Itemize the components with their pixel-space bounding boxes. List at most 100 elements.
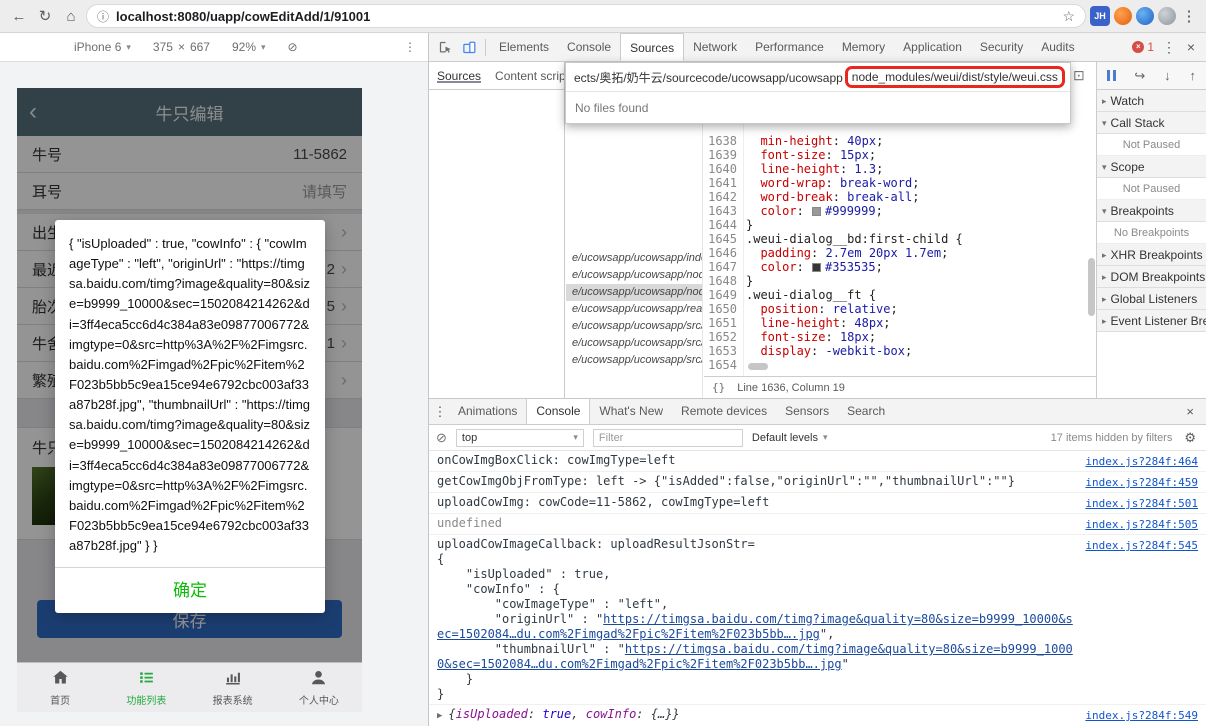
line-number[interactable]: 1647 [704,260,737,274]
step-into-icon[interactable]: ↓ [1164,68,1171,83]
console-settings-gear-icon[interactable]: ⚙ [1181,430,1199,446]
vertical-scrollbar[interactable] [1088,258,1095,316]
horizontal-scrollbar[interactable] [748,363,768,370]
line-number[interactable]: 1641 [704,176,737,190]
console-source-link[interactable]: index.js?284f:464 [1085,453,1198,469]
sidebar-section-call-stack[interactable]: ▾ Call Stack [1097,112,1206,134]
console-source-link[interactable]: index.js?284f:459 [1085,474,1198,490]
drawer-more-icon[interactable]: ⋮ [431,404,449,420]
sidebar-section-dom-breakpoints[interactable]: ▸ DOM Breakpoints [1097,266,1206,288]
devtools-tab-console[interactable]: Console [558,33,620,61]
address-bar[interactable]: ⓘ localhost:8080/uapp/cowEditAdd/1/91001… [86,4,1086,28]
line-number[interactable]: 1640 [704,162,737,176]
reload-icon[interactable]: ↻ [34,7,56,25]
sidebar-section-event-listener-breakpoints[interactable]: ▸Event Listener Breakpoints [1097,310,1206,332]
home-icon[interactable]: ⌂ [60,8,82,25]
line-number[interactable]: 1642 [704,190,737,204]
devtools-tab-audits[interactable]: Audits [1032,33,1083,61]
devtools-tab-sources[interactable]: Sources [620,33,685,61]
tab-home[interactable]: 首页 [17,663,103,712]
back-icon[interactable]: ← [8,8,30,25]
file-item[interactable]: e/ucowsapp/ucowsapp/src/components/butto… [566,335,702,352]
console-source-link[interactable]: index.js?284f:505 [1085,516,1198,532]
line-number[interactable]: 1646 [704,246,737,260]
console-filter-input[interactable] [592,428,743,447]
drawer-tab-animations[interactable]: Animations [449,399,526,424]
devtools-menu-icon[interactable]: ⋮ [1158,39,1180,56]
console-source-link[interactable]: index.js?284f:545 [1085,537,1198,553]
line-number[interactable]: 1643 [704,204,737,218]
devtools-close-icon[interactable]: × [1180,39,1202,55]
file-item[interactable]: e/ucowsapp/ucowsapp/src/components/base-… [566,318,702,335]
throttle-icon[interactable]: ⊘ [288,40,298,54]
color-swatch[interactable] [812,263,822,272]
file-item[interactable]: e/ucowsapp/ucowsapp/node_modules/react-w… [566,267,702,284]
line-number[interactable]: 1650 [704,302,737,316]
tab-list[interactable]: 功能列表 [103,663,189,712]
extension-orange-icon[interactable] [1114,7,1132,25]
device-toolbar-menu-icon[interactable]: ⋮ [404,40,416,54]
devtools-tab-security[interactable]: Security [971,33,1032,61]
device-mode-icon[interactable] [457,40,481,55]
drawer-tab-remote-devices[interactable]: Remote devices [672,399,776,424]
drawer-close-icon[interactable]: × [1176,404,1204,419]
sidebar-section-watch[interactable]: ▸ Watch [1097,90,1206,112]
device-select[interactable]: iPhone 6 ▾ [74,40,131,54]
extension-gray-icon[interactable] [1158,7,1176,25]
browser-menu-icon[interactable]: ⋮ [1180,7,1198,25]
expand-triangle-icon[interactable]: ▶ [437,711,442,721]
sidebar-section-xhr-breakpoints[interactable]: ▸ XHR Breakpoints [1097,244,1206,266]
navigator-tab-sources[interactable]: Sources [437,69,481,83]
tab-user[interactable]: 个人中心 [276,663,362,712]
line-number[interactable]: 1638 [704,134,737,148]
extension-blue-icon[interactable] [1136,7,1154,25]
sidebar-section-scope[interactable]: ▾ Scope [1097,156,1206,178]
file-item[interactable]: e/ucowsapp/ucowsapp/index.less [566,250,702,267]
pretty-print-icon[interactable]: {} [712,381,725,394]
line-number[interactable]: 1639 [704,148,737,162]
drawer-tab-what-s-new[interactable]: What's New [590,399,672,424]
device-height[interactable]: 667 [190,40,210,54]
drawer-tab-sensors[interactable]: Sensors [776,399,838,424]
error-badge[interactable]: × 1 [1132,40,1158,54]
clear-console-icon[interactable]: ⊘ [436,430,447,446]
device-width[interactable]: 375 [153,40,173,54]
devtools-tab-elements[interactable]: Elements [490,33,558,61]
drawer-tab-search[interactable]: Search [838,399,894,424]
line-number[interactable]: 1649 [704,288,737,302]
zoom-select[interactable]: 92% ▾ [232,40,266,54]
line-number[interactable]: 1653 [704,344,737,358]
line-number[interactable]: 1652 [704,330,737,344]
devtools-tab-network[interactable]: Network [684,33,746,61]
execution-context-select[interactable]: top ▾ [455,428,584,447]
navigator-tab-content-scripts[interactable]: Content scripts [495,69,564,83]
step-over-icon[interactable]: ↪ [1134,68,1145,84]
sidebar-section-global-listeners[interactable]: ▸ Global Listeners [1097,288,1206,310]
devtools-tab-memory[interactable]: Memory [833,33,894,61]
bookmark-star-icon[interactable]: ☆ [1062,8,1075,25]
line-number[interactable]: 1651 [704,316,737,330]
sidebar-section-breakpoints[interactable]: ▾ Breakpoints [1097,200,1206,222]
drawer-tab-console[interactable]: Console [526,399,591,424]
file-item[interactable]: e/ucowsapp/ucowsapp/src/components/… [566,352,702,369]
dialog-ok-button[interactable]: 确定 [55,567,325,613]
line-number[interactable]: 1645 [704,232,737,246]
console-source-link[interactable]: index.js?284f:549 [1085,707,1198,723]
extension-jh-icon[interactable]: JH [1090,6,1110,26]
pause-icon[interactable] [1107,70,1116,81]
file-item[interactable]: e/ucowsapp/ucowsapp/react-weui.css [566,301,702,318]
editor-overflow-icon[interactable]: ⊡ [1073,67,1085,84]
line-number[interactable]: 1648 [704,274,737,288]
step-out-icon[interactable]: ↑ [1189,68,1196,83]
quick-open-input[interactable]: ects/奥拓/奶牛云/sourcecode/ucowsapp/ucowsapp… [566,63,1070,91]
line-number[interactable]: 1644 [704,218,737,232]
console-source-link[interactable]: index.js?284f:501 [1085,495,1198,511]
color-swatch[interactable] [812,207,822,216]
file-item[interactable]: e/ucowsapp/ucowsapp/node_modules/weui/di… [566,284,702,301]
line-number[interactable]: 1654 [704,358,737,372]
inspect-element-icon[interactable] [433,40,457,55]
devtools-tab-application[interactable]: Application [894,33,971,61]
tab-chart[interactable]: 报表系统 [190,663,276,712]
devtools-tab-performance[interactable]: Performance [746,33,833,61]
site-info-icon[interactable]: ⓘ [97,8,109,25]
